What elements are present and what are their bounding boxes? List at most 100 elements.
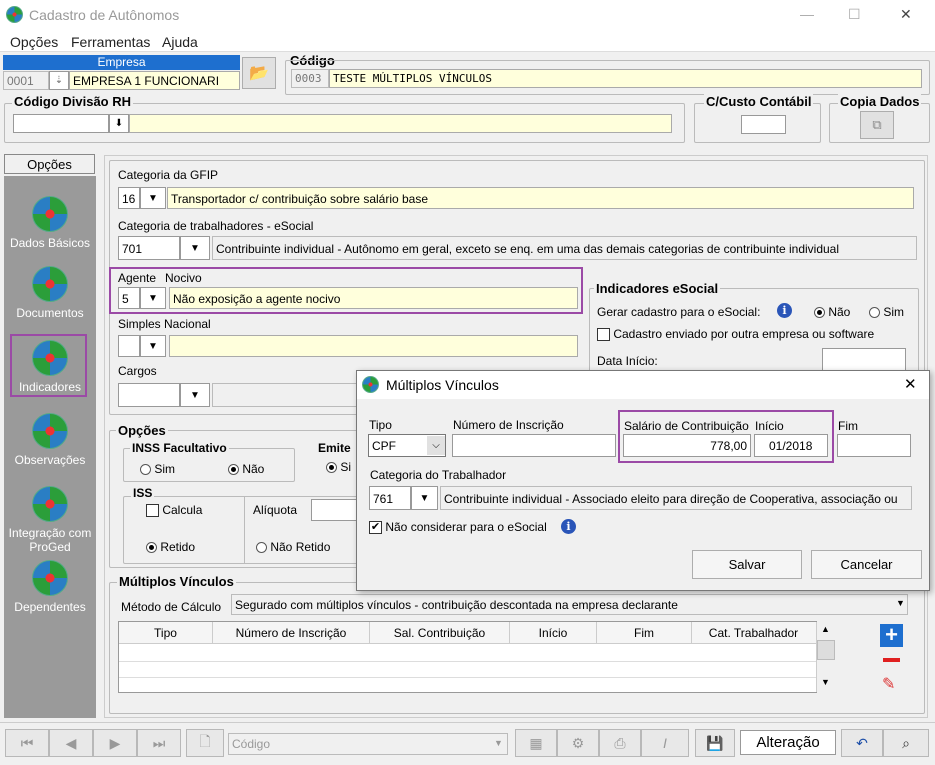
next-record-button[interactable]: ▶ [93, 729, 137, 757]
inss-sim-radio[interactable]: Sim [140, 462, 175, 476]
col-numero[interactable]: Número de Inscrição [213, 622, 370, 644]
dlg-cancelar-button[interactable]: Cancelar [811, 550, 922, 579]
first-record-button[interactable]: ⏮ [5, 729, 49, 757]
empresa-lookup-icon[interactable]: ⇣ [49, 71, 69, 90]
dlg-inicio-input[interactable]: 01/2018 [754, 434, 828, 457]
col-cat[interactable]: Cat. Trabalhador [692, 622, 815, 644]
dlg-salvar-button[interactable]: Salvar [692, 550, 802, 579]
close-button[interactable]: ✕ [900, 6, 912, 23]
binoculars-icon[interactable]: ⌕ [883, 729, 929, 757]
maximize-button[interactable]: ☐ [848, 6, 861, 23]
dlg-cat-dropdown[interactable]: ▼ [411, 486, 438, 510]
divisao-lookup-icon[interactable]: ⬇ [109, 114, 129, 133]
cargos-label: Cargos [118, 364, 157, 378]
enviado-checkbox[interactable]: Cadastro enviado por outra empresa ou so… [597, 327, 874, 342]
simples-code[interactable] [118, 335, 140, 357]
aliquota-input[interactable] [311, 499, 359, 521]
dlg-fim-input[interactable] [837, 434, 911, 457]
sidebar-item-integracao[interactable]: Integração com ProGed [4, 486, 96, 554]
scroll-down-icon[interactable]: ▼ [821, 677, 830, 687]
sidebar-item-documentos[interactable]: Documentos [4, 266, 96, 320]
metodo-select[interactable]: Segurado com múltiplos vínculos - contri… [231, 594, 908, 615]
cargos-code[interactable] [118, 383, 180, 407]
sidebar-item-indicadores[interactable]: Indicadores [4, 340, 96, 394]
edit-pencil-icon[interactable]: ✎ [882, 674, 895, 694]
cargos-dropdown[interactable]: ▼ [180, 383, 210, 407]
dlg-cat-code[interactable]: 761 [369, 486, 411, 510]
esocial-cat-code[interactable]: 701 [118, 236, 180, 260]
print-icon[interactable]: ⎙ [599, 729, 641, 757]
nao-retido-radio[interactable]: Não Retido [256, 540, 330, 554]
dlg-fim-label: Fim [838, 419, 858, 433]
inss-nao-radio[interactable]: Não [228, 462, 264, 476]
col-inicio[interactable]: Início [510, 622, 597, 644]
minimize-button[interactable]: — [800, 6, 814, 22]
sidebar-header: Opções [4, 154, 95, 174]
gfip-dropdown[interactable]: ▼ [140, 187, 166, 209]
search-chevron-down-icon[interactable]: ▼ [494, 738, 503, 748]
gerar-info-icon[interactable]: i [777, 303, 792, 318]
divisao-input[interactable] [13, 114, 109, 133]
sidebar-item-dados-basicos[interactable]: Dados Básicos [4, 196, 96, 250]
esocial-cat-dropdown[interactable]: ▼ [180, 236, 210, 260]
remove-icon[interactable] [883, 658, 900, 662]
simples-dropdown[interactable]: ▼ [140, 335, 166, 357]
checkbox-icon [597, 328, 610, 342]
dlg-info-icon[interactable]: i [561, 519, 576, 534]
retido-radio[interactable]: Retido [146, 540, 195, 554]
menu-opcoes[interactable]: Opções [10, 34, 58, 50]
open-folder-button[interactable]: 📂 [242, 57, 276, 89]
agente-code[interactable]: 5 [118, 287, 140, 309]
radio-icon [869, 307, 880, 319]
gerar-sim-radio[interactable]: Sim [869, 305, 904, 319]
divisao-desc [129, 114, 672, 133]
dialog-close-icon[interactable]: ✕ [904, 375, 917, 393]
undo-icon[interactable]: ↶ [841, 729, 883, 757]
scroll-up-icon[interactable]: ▲ [821, 624, 830, 634]
gerar-label: Gerar cadastro para o eSocial: [597, 305, 761, 319]
last-record-button[interactable]: ⏭ [137, 729, 181, 757]
gfip-code[interactable]: 16 [118, 187, 140, 209]
dlg-num-input[interactable] [452, 434, 616, 457]
add-icon[interactable]: + [880, 624, 903, 647]
col-sal[interactable]: Sal. Contribuição [370, 622, 510, 644]
radio-icon [146, 542, 157, 554]
esocial-cat-desc: Contribuinte individual - Autônomo em ge… [212, 236, 917, 260]
calcula-checkbox[interactable]: Calcula [146, 503, 202, 518]
menu-ajuda[interactable]: Ajuda [162, 34, 198, 50]
gerar-nao-radio[interactable]: Não [814, 305, 850, 319]
menu-ferramentas[interactable]: Ferramentas [71, 34, 150, 50]
copy-button[interactable]: ⧉ [860, 111, 894, 139]
metodo-chevron-down-icon[interactable]: ▼ [896, 598, 905, 608]
sidebar-item-dependentes[interactable]: Dependentes [4, 560, 96, 614]
data-inicio-input[interactable] [822, 348, 906, 372]
checkmark-icon: ✔ [369, 521, 382, 535]
custo-label: C/Custo Contábil [704, 94, 814, 109]
dlg-nao-considerar-checkbox[interactable]: ✔ Não considerar para o eSocial [369, 520, 547, 535]
codigo-code[interactable]: 0003 [291, 69, 329, 88]
agente-dropdown[interactable]: ▼ [140, 287, 166, 309]
scroll-thumb[interactable] [817, 640, 835, 660]
emite-sim-radio[interactable]: Si [326, 460, 351, 474]
dlg-tipo-label: Tipo [369, 418, 392, 432]
prev-record-button[interactable]: ◀ [49, 729, 93, 757]
dlg-sal-input[interactable]: 778,00 [623, 434, 751, 457]
dlg-inicio-label: Início [755, 419, 784, 433]
dialog-title: Múltiplos Vínculos [386, 377, 499, 393]
report-icon[interactable]: ▦ [515, 729, 557, 757]
status-field: Alteração [740, 730, 836, 755]
col-tipo[interactable]: Tipo [119, 622, 213, 644]
empresa-code[interactable]: 0001 [3, 71, 49, 90]
save-disk-icon[interactable]: 💾 [695, 729, 735, 757]
dlg-cat-label: Categoria do Trabalhador [370, 468, 507, 482]
dlg-cat-desc: Contribuinte individual - Associado elei… [440, 486, 912, 510]
custo-input[interactable] [741, 115, 786, 134]
sidebar-item-observacoes[interactable]: Observações [4, 413, 96, 467]
dlg-tipo-chevron-down-icon[interactable]: ⌵ [427, 436, 445, 455]
col-fim[interactable]: Fim [597, 622, 692, 644]
search-combo[interactable]: Código [228, 733, 508, 755]
inss-title: INSS Facultativo [130, 441, 229, 455]
italic-icon[interactable]: I [641, 729, 689, 757]
new-document-icon[interactable]: 🗋 [186, 729, 224, 757]
tools-icon[interactable]: ⚙ [557, 729, 599, 757]
